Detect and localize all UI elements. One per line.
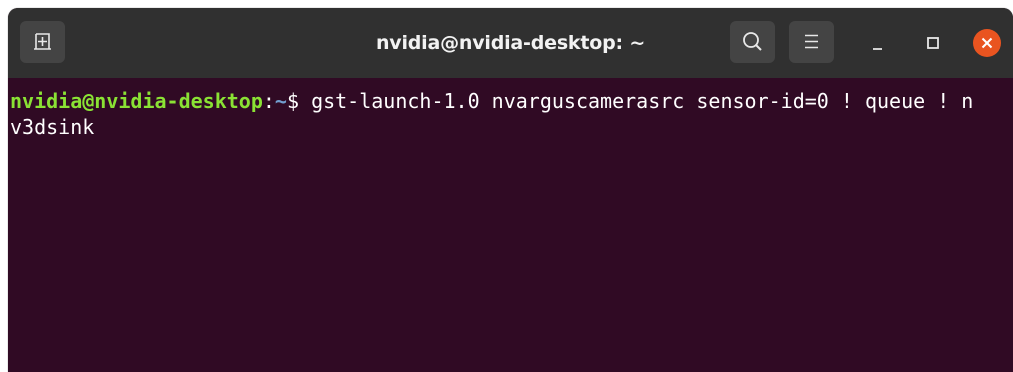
menu-button[interactable] [789, 21, 834, 63]
close-button[interactable] [973, 29, 1001, 57]
title-bar[interactable]: nvidia@nvidia-desktop: ~ [8, 8, 1013, 78]
close-icon [981, 37, 993, 49]
terminal-output[interactable]: nvidia@nvidia-desktop:~$ gst-launch-1.0 … [8, 78, 1013, 372]
prompt-symbol: $ [286, 89, 312, 113]
window-title: nvidia@nvidia-desktop: ~ [375, 32, 646, 54]
command-continuation: v3dsink [10, 115, 95, 139]
minimize-icon [873, 48, 882, 50]
maximize-icon [927, 37, 939, 49]
search-icon [743, 32, 762, 51]
prompt-user: nvidia@nvidia-desktop [10, 89, 263, 113]
terminal-window: nvidia@nvidia-desktop: ~ nvidia@nvidia-d… [8, 8, 1013, 372]
minimize-button[interactable] [864, 29, 892, 57]
command-line: nvidia@nvidia-desktop:~$ gst-launch-1.0 … [10, 88, 973, 114]
prompt-path: ~ [274, 89, 287, 113]
search-button[interactable] [730, 21, 775, 63]
prompt-colon: : [262, 89, 275, 113]
maximize-button[interactable] [919, 29, 947, 57]
hamburger-menu-icon [805, 34, 818, 49]
command-text: gst-launch-1.0 nvarguscameras​rc sensor-… [311, 89, 974, 113]
